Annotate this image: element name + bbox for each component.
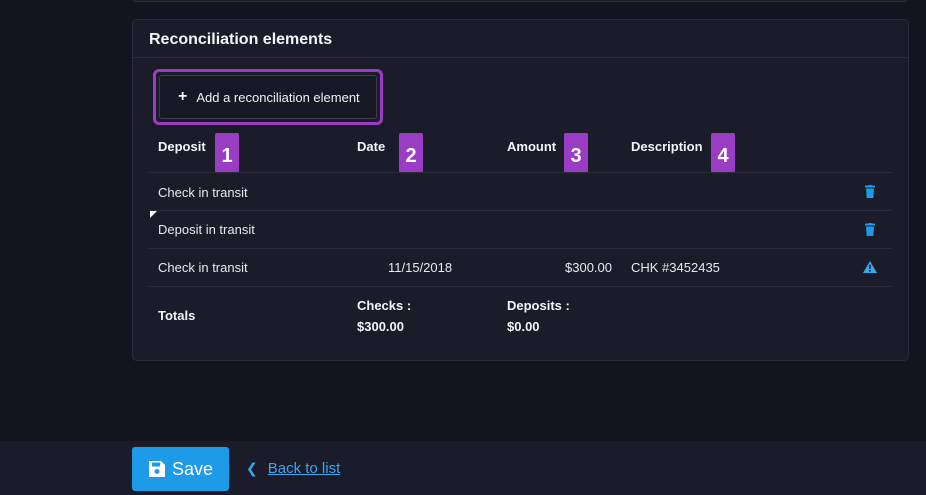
footer-bar: Save ❮ Back to list [0, 441, 926, 495]
row-3-type: Check in transit [158, 260, 248, 275]
row-divider [149, 172, 892, 173]
checks-total-label: Checks : [357, 298, 412, 313]
row-divider [149, 286, 892, 287]
row-2-corner-marker [150, 211, 157, 218]
checks-total-value: $300.00 [357, 319, 404, 334]
previous-card [132, 0, 908, 2]
add-button-label: Add a reconciliation element [196, 89, 360, 105]
callout-badge-3: 3 [564, 133, 588, 173]
plus-icon: + [178, 88, 188, 105]
column-header-amount: Amount [507, 139, 557, 154]
totals-label: Totals [158, 308, 196, 323]
row-3-description: CHK #3452435 [631, 260, 720, 275]
row-3-date: 11/15/2018 [388, 260, 453, 275]
callout-badge-1: 1 [215, 133, 239, 173]
row-divider [149, 248, 892, 249]
warning-icon[interactable] [863, 261, 877, 273]
add-reconciliation-element-button[interactable]: + Add a reconciliation element [159, 75, 377, 119]
column-header-deposit: Deposit [158, 139, 206, 154]
deposits-total-value: $0.00 [507, 319, 540, 334]
add-button-highlight: + Add a reconciliation element [153, 69, 383, 125]
floppy-disk-icon [149, 461, 165, 477]
trash-icon[interactable] [865, 223, 875, 236]
reconciliation-card: Reconciliation elements + Add a reconcil… [132, 19, 909, 361]
row-divider [149, 210, 892, 211]
callout-badge-2: 2 [399, 133, 423, 173]
callout-badge-4: 4 [711, 133, 735, 173]
deposits-total-label: Deposits : [507, 298, 570, 313]
back-link-label: Back to list [267, 460, 341, 477]
column-header-description: Description [631, 139, 703, 154]
row-1-type: Check in transit [158, 185, 248, 200]
chevron-left-icon: ❮ [246, 460, 258, 476]
card-title: Reconciliation elements [133, 20, 908, 58]
save-button[interactable]: Save [132, 447, 229, 491]
trash-icon[interactable] [865, 185, 875, 198]
column-header-date: Date [357, 139, 386, 154]
row-2-type: Deposit in transit [158, 222, 255, 237]
back-to-list-link[interactable]: ❮ Back to list [246, 460, 340, 477]
row-3-amount: $300.00 [565, 260, 612, 275]
save-button-label: Save [172, 458, 214, 479]
